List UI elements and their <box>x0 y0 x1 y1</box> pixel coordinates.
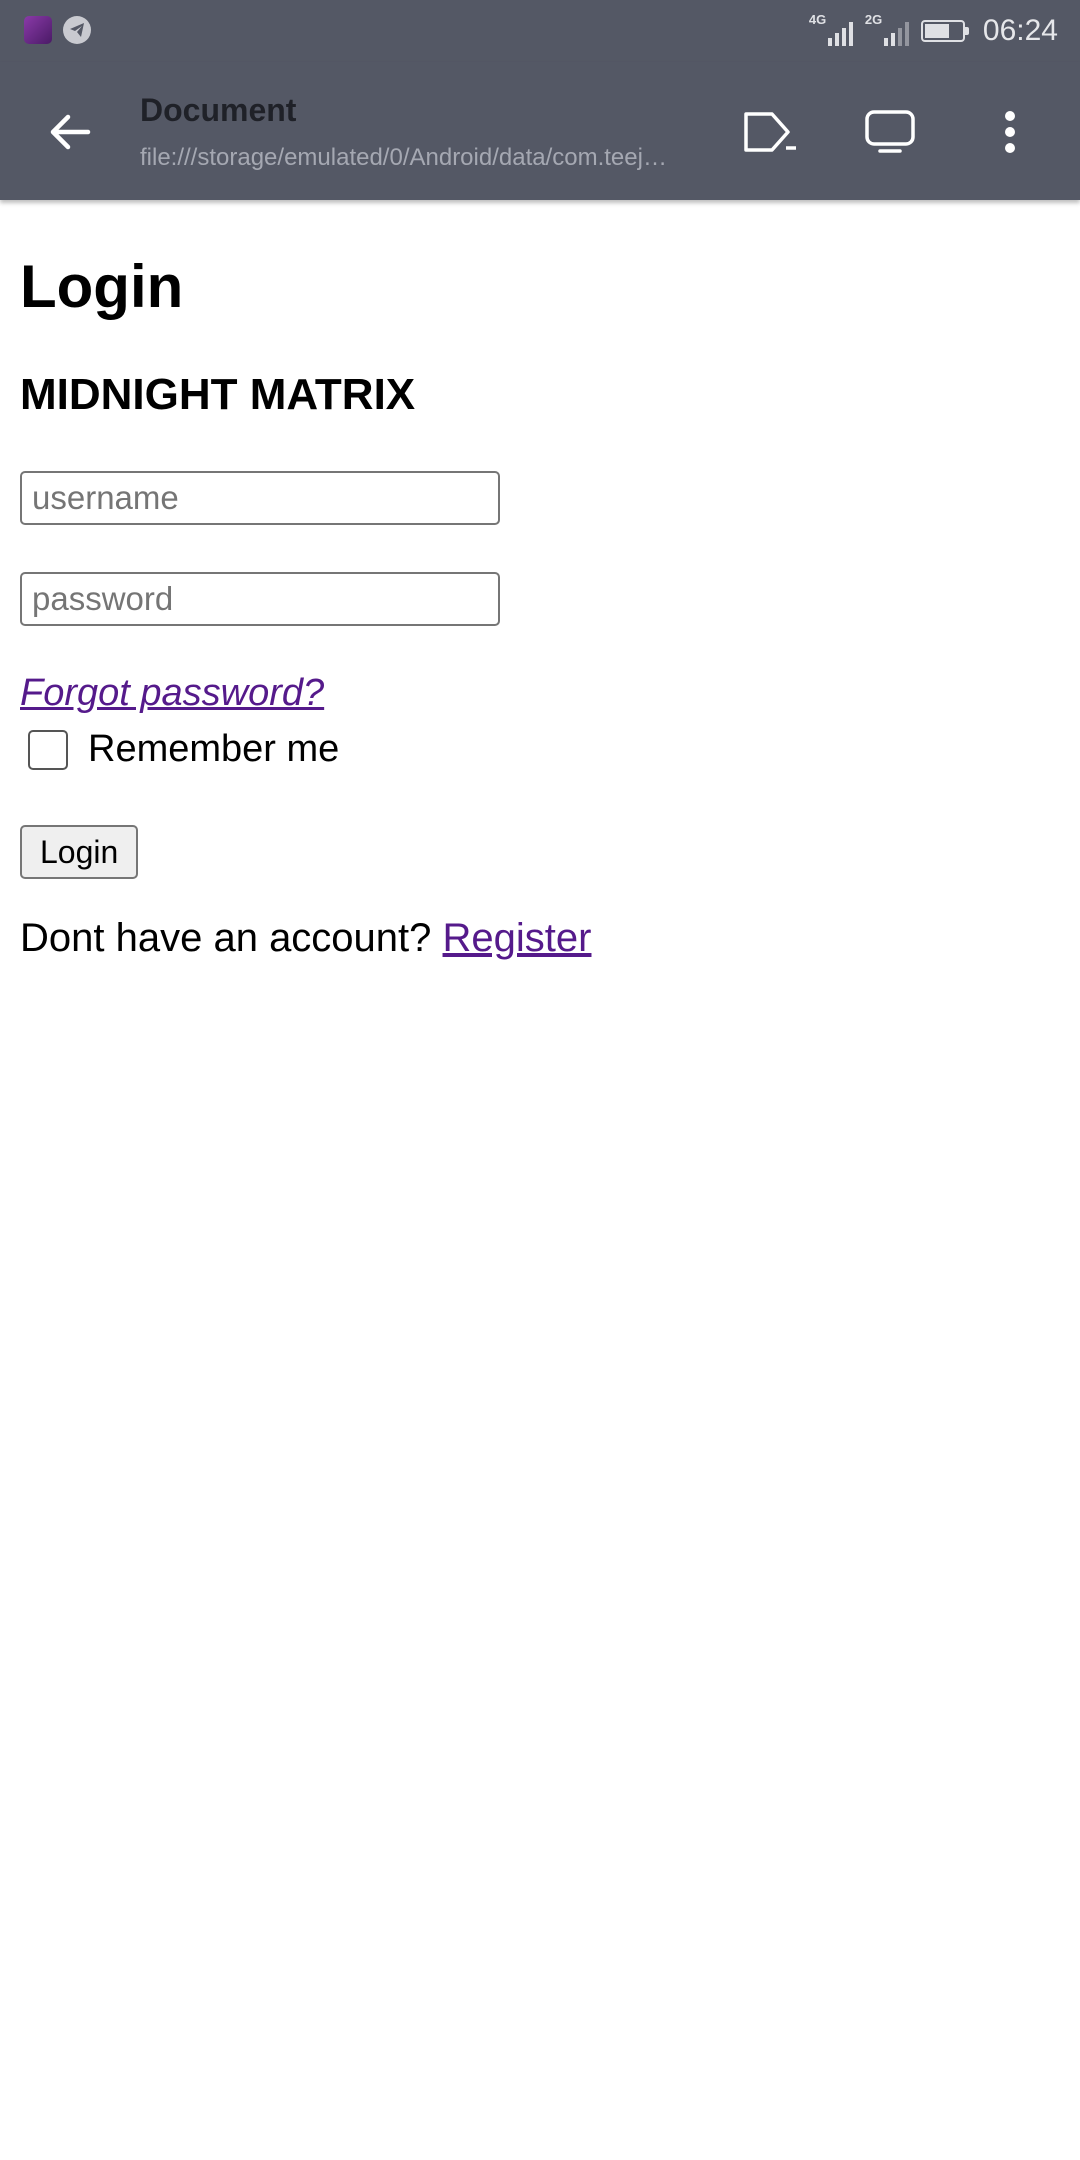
status-bar: 4G 2G 06:24 <box>0 0 1080 62</box>
back-arrow-icon <box>50 114 91 150</box>
network-type-2: 2G <box>864 12 883 27</box>
clock: 06:24 <box>982 14 1058 47</box>
remember-me-row[interactable]: Remember me <box>28 728 339 771</box>
register-prompt: Dont have an account? <box>20 916 432 960</box>
site-name: MIDNIGHT MATRIX <box>20 370 416 419</box>
username-input[interactable] <box>20 471 500 525</box>
battery-level <box>924 24 949 38</box>
forgot-password-link[interactable]: Forgot password? <box>20 672 324 715</box>
remember-me-label: Remember me <box>88 728 340 770</box>
status-indicators: 4G 2G 06:24 <box>809 12 1058 50</box>
signal-2g-icon: 2G <box>865 12 909 46</box>
custom-tab-toolbar: Document file:///storage/emulated/0/Andr… <box>0 62 1080 200</box>
password-input[interactable] <box>20 572 500 626</box>
network-type-1: 4G <box>808 12 827 27</box>
login-button[interactable]: Login <box>20 825 139 879</box>
login-heading: Login <box>20 253 184 320</box>
battery-icon <box>920 20 969 42</box>
signal-4g-icon: 4G <box>809 12 853 46</box>
desktop-mode-button[interactable] <box>852 94 928 170</box>
register-prompt-line: Dont have an account? Register <box>20 916 591 961</box>
page-title-bar: Document <box>140 92 297 128</box>
page-url: file:///storage/emulated/0/Android/data/… <box>140 144 667 171</box>
app-notification-icon <box>24 16 52 44</box>
back-button[interactable] <box>32 94 108 170</box>
more-options-button[interactable] <box>972 94 1048 170</box>
desktop-icon <box>865 110 915 153</box>
telegram-icon <box>63 16 91 44</box>
more-vert-icon <box>1005 111 1015 153</box>
register-link[interactable]: Register <box>443 916 592 960</box>
open-in-icon <box>744 112 796 152</box>
remember-me-checkbox[interactable] <box>28 729 68 770</box>
open-in-button[interactable] <box>732 94 808 170</box>
